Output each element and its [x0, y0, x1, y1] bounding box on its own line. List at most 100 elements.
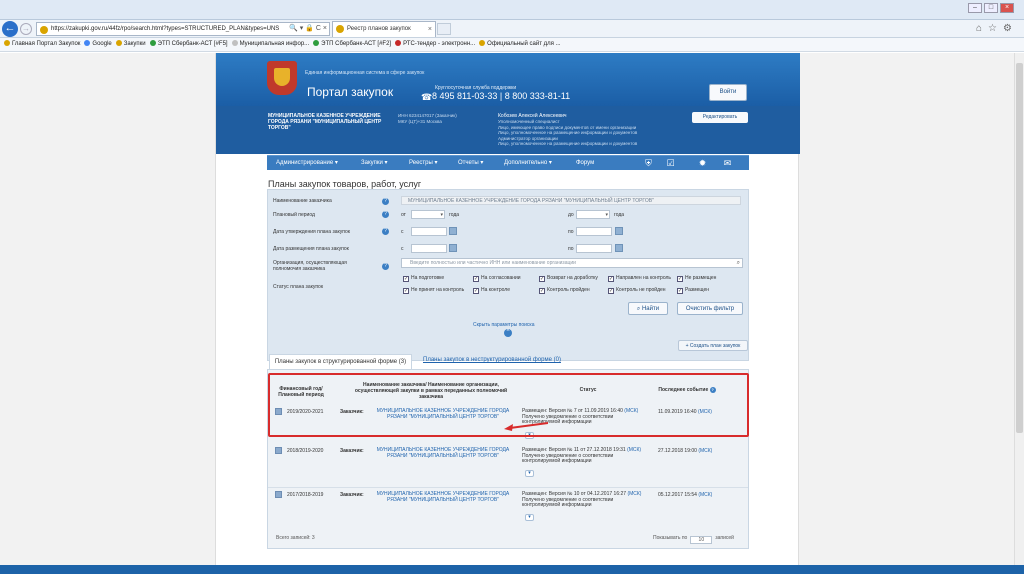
bookmark-item[interactable]: Закупки — [115, 38, 146, 51]
to-label: по — [568, 229, 574, 235]
from-label: с — [401, 229, 404, 235]
bookmark-item[interactable]: Google — [84, 38, 112, 51]
bookmark-item[interactable]: ЭТП Сбербанк-АСТ [#F5] — [149, 38, 228, 51]
back-button[interactable]: ← — [2, 21, 18, 37]
placement-from-input[interactable] — [411, 244, 447, 253]
bookmark-favicon-icon — [84, 40, 91, 46]
customer-link[interactable]: МУНИЦИПАЛЬНОЕ КАЗЕННОЕ УЧРЕЖДЕНИЕ ГОРОДА… — [368, 447, 518, 459]
calendar-icon[interactable] — [449, 244, 457, 252]
find-button[interactable]: ⌕ Найти — [628, 302, 668, 315]
customer-link[interactable]: МУНИЦИПАЛЬНОЕ КАЗЕННОЕ УЧРЕЖДЕНИЕ ГОРОДА… — [368, 491, 518, 503]
menu-item-purchases[interactable]: Закупки ▾ — [361, 156, 388, 171]
help-icon[interactable]: ? — [382, 263, 389, 270]
help-icon[interactable]: ? — [382, 211, 389, 218]
bookmark-favicon-icon — [115, 40, 122, 46]
menu-item-registries[interactable]: Реестры ▾ — [409, 156, 438, 171]
from-label: от — [401, 212, 406, 218]
create-plan-button[interactable]: + Создать план закупок — [678, 340, 748, 351]
tab-title: Реестр планов закупок — [347, 26, 411, 32]
vertical-scrollbar[interactable] — [1014, 53, 1024, 565]
search-icon[interactable]: ⌕ — [737, 259, 740, 268]
organization-search-input[interactable]: Введите полностью или частично ИНН или н… — [401, 258, 743, 268]
login-button[interactable]: Войти — [709, 84, 747, 101]
bookmark-favicon-icon — [149, 40, 156, 46]
approval-from-input[interactable] — [411, 227, 447, 236]
menu-item-forum[interactable]: Форум — [576, 156, 594, 171]
bookmark-favicon-icon — [231, 40, 238, 46]
status-checkbox[interactable]: ✓ Направлен на контроль — [608, 275, 671, 282]
bookmark-item[interactable]: Муниципальная инфор... — [231, 38, 309, 51]
status-checkbox[interactable]: ✓ На согласовании — [473, 275, 521, 282]
forward-button[interactable]: → — [20, 23, 32, 35]
tab-structured-plans[interactable]: Планы закупок в структурированной форме … — [269, 354, 412, 369]
lock-icon[interactable]: 🔍 ▾ 🔒 C × — [289, 23, 327, 35]
support-phones: 8 495 811-03-33 | 8 800 333-81-11 — [432, 91, 571, 101]
bookmark-item[interactable]: РТС-тендер - электронн... — [395, 38, 475, 51]
bookmark-item[interactable]: ЭТП Сбербанк-АСТ [#F2] — [313, 38, 391, 51]
menu-item-reports[interactable]: Отчеты ▾ — [458, 156, 483, 171]
bookmark-item[interactable]: Главная Портал Закупок — [4, 38, 80, 51]
status-checkbox[interactable]: ✓ На подготовке — [403, 275, 444, 282]
status-checkbox[interactable]: ✓ Контроль не пройден — [608, 287, 666, 294]
status-cell: Размещен: Версия № 11 от 27.12.2018 19:3… — [522, 447, 642, 464]
new-tab-button[interactable] — [437, 23, 451, 35]
bookmark-favicon-icon — [313, 40, 320, 46]
period-from-select[interactable]: ▾ — [411, 210, 445, 219]
shield-icon[interactable]: ⛨ — [643, 158, 654, 169]
organization-label: Организация, осуществляющая полномочия з… — [273, 260, 347, 272]
period-to-select[interactable]: ▾ — [576, 210, 610, 219]
scroll-thumb[interactable] — [1016, 63, 1023, 433]
edit-button[interactable]: Редактировать — [692, 112, 748, 123]
period-cell: 2018/2019-2020 — [287, 448, 324, 454]
year-label: года — [449, 212, 460, 218]
browser-navbar: ← → https://zakupki.gov.ru/44fz/rpo/sear… — [0, 20, 1024, 38]
status-checkbox[interactable]: ✓ Не принят на контроль — [403, 287, 464, 294]
maximize-button[interactable]: □ — [984, 3, 998, 13]
calendar-icon[interactable] — [615, 244, 623, 252]
table-row[interactable]: 2018/2019-2020 Заказчик: МУНИЦИПАЛЬНОЕ К… — [268, 446, 748, 482]
bookmark-item[interactable]: Официальный сайт для ... — [479, 38, 561, 51]
clear-filter-button[interactable]: Очистить фильтр — [677, 302, 743, 315]
page-size-select[interactable]: 10 — [690, 536, 713, 544]
help-icon[interactable]: ? — [382, 198, 389, 205]
site-favicon-icon — [40, 26, 48, 34]
tab-unstructured-plans[interactable]: Планы закупок в неструктурированной форм… — [423, 357, 561, 363]
status-cell: Размещен: Версия № 10 от 04.12.2017 16:2… — [522, 491, 642, 508]
menu-item-administration[interactable]: Администрирование ▾ — [276, 156, 338, 171]
document-icon — [275, 491, 282, 498]
hide-search-params-link[interactable]: Скрыть параметры поиска — [473, 322, 534, 328]
address-bar[interactable]: https://zakupki.gov.ru/44fz/rpo/search.h… — [36, 22, 330, 36]
help-icon[interactable]: ? — [382, 228, 389, 235]
messages-icon[interactable]: ✉ — [722, 158, 733, 169]
event-cell: 27.12.2018 19:00 (МСК) — [658, 448, 713, 454]
calendar-icon[interactable] — [449, 227, 457, 235]
tab-close-icon[interactable]: × — [428, 22, 432, 37]
collapse-icon[interactable]: ^ — [504, 329, 512, 337]
organization-ids: ИНН 6234147017 (Заказчик) МКУ (ЦТ)+31 Мо… — [398, 113, 457, 124]
status-checkbox[interactable]: ✓ Размещен — [677, 287, 709, 294]
table-row[interactable]: 2017/2018-2019 Заказчик: МУНИЦИПАЛЬНОЕ К… — [268, 490, 748, 526]
customer-field[interactable]: МУНИЦИПАЛЬНОЕ КАЗЕННОЕ УЧРЕЖДЕНИЕ ГОРОДА… — [401, 196, 741, 205]
approval-to-input[interactable] — [576, 227, 612, 236]
close-window-button[interactable]: × — [1000, 3, 1014, 13]
site-subtitle: Единая информационная система в сфере за… — [305, 70, 425, 76]
red-arrow-annotation-icon — [504, 422, 548, 431]
browser-tab[interactable]: Реестр планов закупок × — [332, 21, 436, 37]
status-checkbox[interactable]: ✓ На контроле — [473, 287, 510, 294]
expand-row-icon[interactable]: ▾ — [525, 514, 534, 521]
portal-page: Единая информационная система в сфере за… — [215, 53, 800, 565]
site-title[interactable]: Портал закупок — [307, 85, 393, 99]
status-label: Статус плана закупок — [273, 284, 324, 290]
browser-tools-icon[interactable]: ⌂☆⚙ — [976, 23, 1018, 34]
calendar-icon[interactable] — [615, 227, 623, 235]
settings-icon[interactable]: ✹ — [697, 158, 708, 169]
status-checkbox[interactable]: ✓ Контроль пройден — [539, 287, 590, 294]
checklist-icon[interactable]: ☑ — [665, 158, 676, 169]
minimize-button[interactable]: – — [968, 3, 982, 13]
status-checkbox[interactable]: ✓ Не размещен — [677, 275, 716, 282]
expand-row-icon[interactable]: ▾ — [525, 470, 534, 477]
menu-item-additional[interactable]: Дополнительно ▾ — [504, 156, 552, 171]
from-label: с — [401, 246, 404, 252]
placement-to-input[interactable] — [576, 244, 612, 253]
status-checkbox[interactable]: ✓ Возврат на доработку — [539, 275, 598, 282]
